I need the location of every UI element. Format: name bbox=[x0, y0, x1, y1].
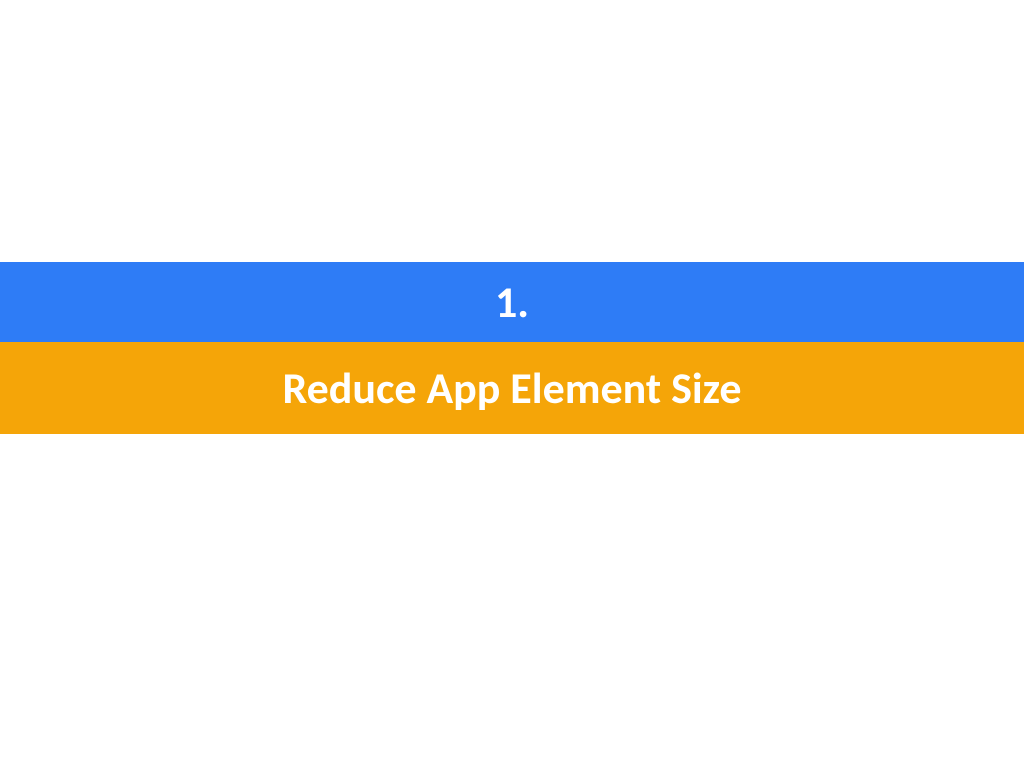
slide-number: 1. bbox=[495, 275, 529, 329]
slide-banner: 1. Reduce App Element Size bbox=[0, 262, 1024, 434]
banner-number-section: 1. bbox=[0, 262, 1024, 342]
banner-title-section: Reduce App Element Size bbox=[0, 342, 1024, 434]
slide-title: Reduce App Element Size bbox=[282, 361, 741, 415]
